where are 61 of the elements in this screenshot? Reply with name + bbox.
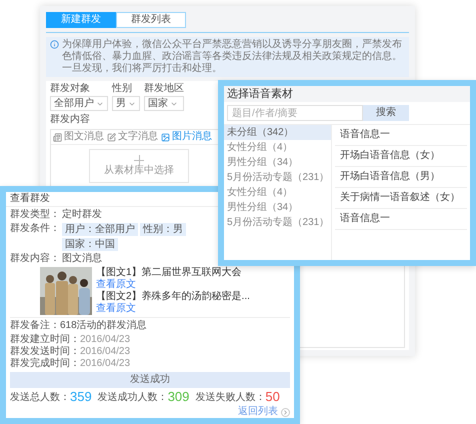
stat-label: 发送失败人数： — [195, 392, 266, 404]
stat-value: 309 — [168, 390, 190, 404]
field-value: 图文消息 — [62, 253, 102, 265]
group-item[interactable]: 男性分组（34） — [224, 155, 331, 170]
select-field[interactable]: 国家 — [144, 96, 184, 111]
voice-item[interactable]: 语音信息一 — [335, 209, 467, 230]
voice-item[interactable]: 语音信息一 — [335, 125, 467, 146]
newspaper-icon — [53, 132, 62, 142]
voice-item[interactable]: 开场白语音信息（女） — [335, 146, 467, 167]
tab[interactable]: 新建群发 — [46, 12, 116, 28]
article-title: 【图文1】第二届世界互联网大会 — [96, 267, 243, 278]
field-label: 群发完成时间： — [10, 358, 80, 370]
content-tab[interactable]: 图文消息 — [53, 131, 104, 143]
select-field[interactable]: 男 — [112, 96, 140, 111]
add-material-button[interactable]: 从素材库中选择 — [89, 149, 189, 183]
content-tab[interactable]: 图片消息 — [161, 131, 212, 143]
field-label: 群发内容： — [10, 253, 61, 265]
field-value: 2016/04/23 — [80, 358, 130, 370]
search-button[interactable]: 搜索 — [363, 105, 409, 121]
article-title: 【图文2】养殊多年的汤韵秘密是... — [96, 291, 250, 302]
view-original-link[interactable]: 查看原文 — [96, 279, 136, 291]
condition-tag: 国家：中国 — [62, 238, 118, 251]
stat-label: 发送成功人数： — [98, 392, 168, 404]
filter-label: 性别 — [112, 83, 133, 95]
group-item[interactable]: 5月份活动专题（231） — [224, 170, 331, 185]
field-value: 2016/04/23 — [80, 334, 130, 346]
select-field[interactable]: 全部用户 — [50, 96, 108, 111]
notice-text: 为保障用户体验，微信公众平台严禁恶意营销以及诱导分享朋友圈，严禁发布色情低俗、暴力血腥、政治谣言等各类违反法律法规及相关政策规定的信息。一旦发现，我们将严厉打击和处理。 — [62, 39, 403, 75]
view-original-link[interactable]: 查看原文 — [96, 303, 136, 315]
condition-tag: 性别：男 — [140, 223, 186, 236]
field-value: 2016/04/23 — [80, 346, 130, 358]
group-item[interactable]: 5月份活动专题（231） — [224, 215, 331, 230]
filter-label: 群发地区 — [144, 83, 184, 95]
field-label: 群发条件： — [10, 223, 61, 236]
tab[interactable]: 群发列表 — [116, 12, 186, 28]
field-label: 群发备注： — [10, 320, 60, 332]
chevron-icon — [281, 408, 290, 416]
condition-tag: 用户：全部用户 — [62, 223, 138, 236]
group-item[interactable]: 未分组（342） — [224, 125, 331, 140]
stat-value: 50 — [265, 390, 280, 404]
field-label: 群发建立时间： — [10, 334, 80, 346]
field-label: 群发类型： — [10, 209, 61, 221]
plus-icon — [134, 155, 144, 165]
dialog-title: 选择语音素材 — [224, 86, 470, 102]
field-value: 618活动的群发消息 — [60, 320, 147, 332]
content-label: 群发内容 — [50, 114, 91, 126]
image-icon — [161, 132, 170, 142]
content-tab[interactable]: 文字消息 — [107, 131, 158, 143]
stat-value: 359 — [70, 390, 92, 404]
filter-label: 群发对象 — [50, 83, 91, 95]
pen-icon — [107, 132, 116, 142]
info-icon — [50, 40, 59, 49]
field-label: 群发发送时间： — [10, 346, 80, 358]
search-field[interactable]: 题目/作者/摘要 — [227, 105, 363, 121]
voice-item[interactable]: 开场白语音信息（男） — [335, 167, 467, 188]
status-bar: 发送成功 — [10, 372, 290, 388]
group-item[interactable]: 女性分组（4） — [224, 140, 331, 155]
field-value: 定时群发 — [62, 209, 102, 221]
back-link[interactable]: 返回列表 — [238, 406, 278, 418]
stat-label: 发送总人数： — [10, 392, 70, 404]
voice-item[interactable]: 关于病情一语音叙述（女） — [335, 188, 467, 209]
